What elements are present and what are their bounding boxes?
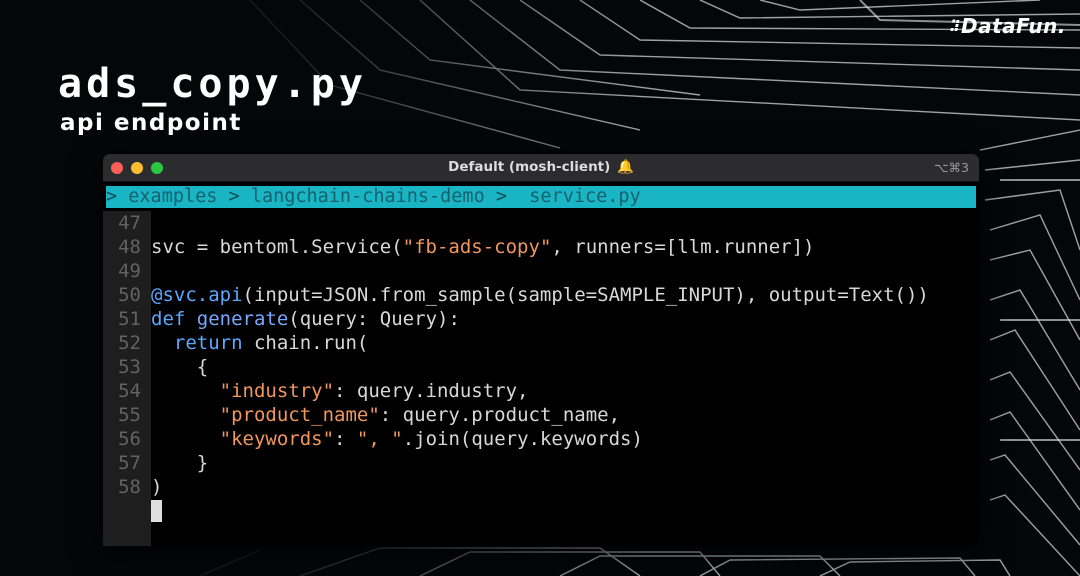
code-text: } <box>151 452 209 474</box>
code-line: 48 svc = bentoml.Service("fb-ads-copy", … <box>103 235 979 259</box>
chevron-right-icon: > <box>217 186 251 207</box>
code-line: 47 <box>103 211 979 235</box>
window-shortcut: ⌥⌘3 <box>934 160 969 175</box>
chevron-right-icon: > <box>106 186 129 207</box>
line-number: 53 <box>103 355 151 379</box>
window-title-text: Default (mosh-client) <box>448 159 611 175</box>
breadcrumb-item-service-py[interactable]: service.py <box>529 186 640 207</box>
code-line: 55 "product_name": query.product_name, <box>103 403 979 427</box>
window-title: Default (mosh-client) 🔔 <box>103 159 979 175</box>
logo-text: DataFun. <box>961 14 1066 38</box>
breadcrumb-item-examples[interactable]: examples <box>128 186 217 207</box>
slide-subtitle: api endpoint <box>60 110 242 136</box>
logo-dots-icon: ⁚⁝ <box>949 16 960 35</box>
code-line: 54 "industry": query.industry, <box>103 379 979 403</box>
bell-icon: 🔔 <box>617 159 634 175</box>
code-text: { <box>151 356 209 378</box>
line-number-empty <box>103 499 151 523</box>
breadcrumb-item-langchain-chains-demo[interactable]: langchain-chains-demo <box>251 186 485 207</box>
line-number: 50 <box>103 283 151 307</box>
cursor-line <box>103 499 979 523</box>
line-number: 52 <box>103 331 151 355</box>
line-number: 56 <box>103 427 151 451</box>
code-text: "keywords": ", ".join(query.keywords) <box>219 428 643 450</box>
code-line: 51 def generate(query: Query): <box>103 307 979 331</box>
code-line: 58 ) <box>103 475 979 499</box>
code-text: "industry": query.industry, <box>219 380 529 402</box>
code-text: svc = bentoml.Service("fb-ads-copy", run… <box>151 236 815 258</box>
line-number: 49 <box>103 259 151 283</box>
line-number: 48 <box>103 235 151 259</box>
line-number: 51 <box>103 307 151 331</box>
code-line: 52 return chain.run( <box>103 331 979 355</box>
text-cursor <box>151 500 162 522</box>
code-line: 56 "keywords": ", ".join(query.keywords) <box>103 427 979 451</box>
code-line: 53 { <box>103 355 979 379</box>
code-line: 50 @svc.api(input=JSON.from_sample(sampl… <box>103 283 979 307</box>
line-number: 57 <box>103 451 151 475</box>
line-number: 58 <box>103 475 151 499</box>
code-line: 49 <box>103 259 979 283</box>
title-bar[interactable]: Default (mosh-client) 🔔 ⌥⌘3 <box>103 154 979 182</box>
line-number: 55 <box>103 403 151 427</box>
code-line: 57 } <box>103 451 979 475</box>
code-text: @svc.api(input=JSON.from_sample(sample=S… <box>151 284 929 306</box>
code-text-empty <box>151 499 162 523</box>
line-number: 47 <box>103 211 151 235</box>
code-editor[interactable]: 47 48 svc = bentoml.Service("fb-ads-copy… <box>103 211 979 523</box>
code-text: "product_name": query.product_name, <box>219 404 621 426</box>
datafun-logo: ⁚⁝ DataFun. <box>950 14 1066 38</box>
chevron-right-icon: > <box>484 186 530 207</box>
breadcrumb: > examples > langchain-chains-demo > ser… <box>106 186 976 208</box>
code-text: def generate(query: Query): <box>151 308 460 330</box>
slide-title: ads_copy.py <box>58 61 367 107</box>
terminal-window[interactable]: Default (mosh-client) 🔔 ⌥⌘3 > examples >… <box>103 154 979 546</box>
code-text: ) <box>151 476 163 498</box>
code-text: return chain.run( <box>173 332 369 354</box>
line-number: 54 <box>103 379 151 403</box>
